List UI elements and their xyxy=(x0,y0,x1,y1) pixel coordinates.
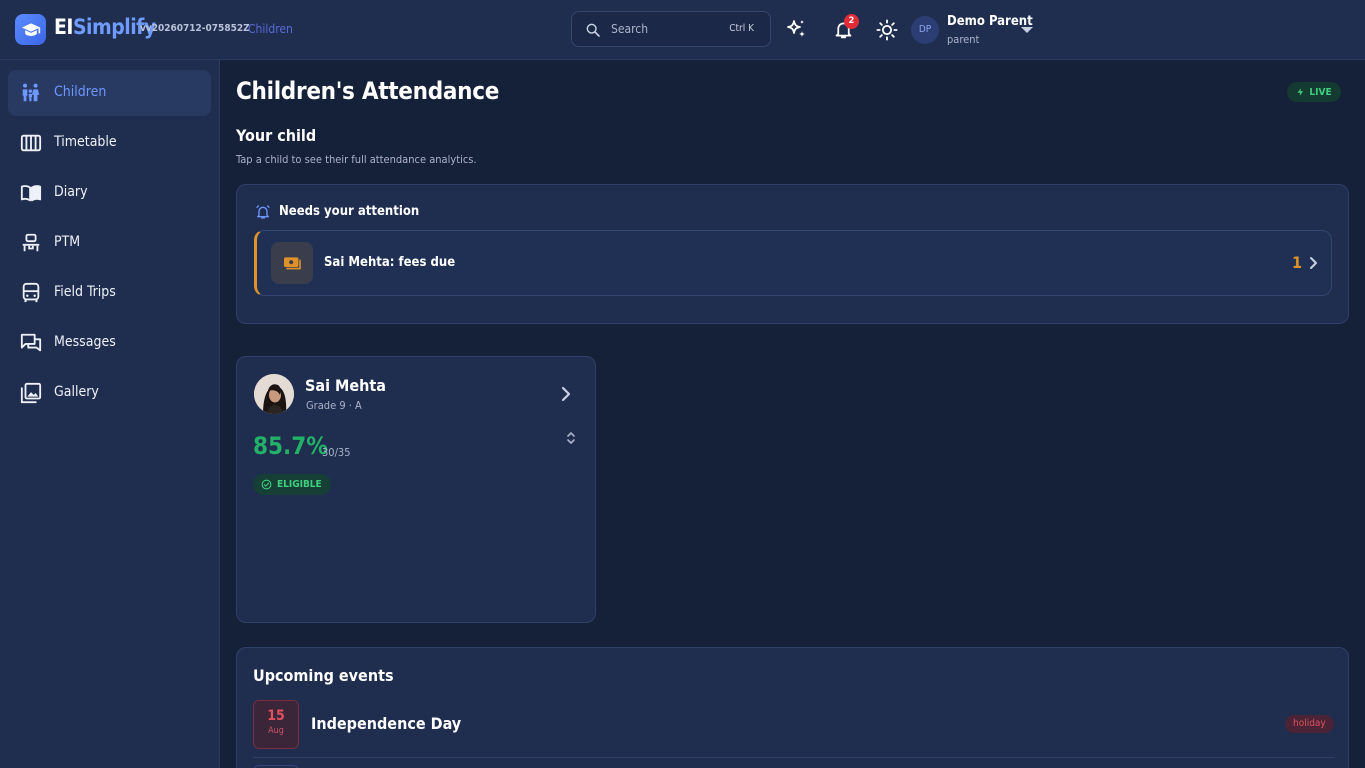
event-date: 15 Aug xyxy=(253,700,299,749)
sidebar-item-label: Children xyxy=(54,84,107,100)
event-day: 15 xyxy=(267,708,285,724)
timetable-icon xyxy=(20,134,42,152)
chevron-right-icon[interactable] xyxy=(560,386,572,402)
sidebar-item-timetable[interactable]: Timetable xyxy=(8,120,211,166)
events-card: Upcoming events 15 Aug Independence Day … xyxy=(236,647,1349,768)
user-role: parent xyxy=(947,33,980,46)
child-grade: Grade 9 · A xyxy=(306,399,362,412)
divider xyxy=(253,757,1335,758)
user-avatar[interactable]: DP xyxy=(911,16,939,44)
event-name[interactable]: Independence Day xyxy=(311,714,461,733)
section-title: Your child xyxy=(236,126,317,145)
attention-card: Needs your attention Sai Mehta: fees due… xyxy=(236,184,1349,324)
events-title: Upcoming events xyxy=(253,666,394,685)
status-badge: ELIGIBLE xyxy=(253,474,331,495)
diary-icon xyxy=(20,185,42,202)
sidebar-item-gallery[interactable]: Gallery xyxy=(8,370,211,416)
sidebar-item-label: Diary xyxy=(54,184,88,200)
graduation-cap-icon[interactable] xyxy=(15,14,46,45)
sidebar-item-field-trips[interactable]: Field Trips xyxy=(8,270,211,316)
chevron-right-icon xyxy=(1310,257,1317,269)
brand-part-1: EI xyxy=(54,15,73,39)
ptm-icon xyxy=(22,233,40,252)
fees-icon xyxy=(271,242,313,284)
sidebar: Children Timetable Diary PTM Field Trips… xyxy=(0,60,220,768)
check-circle-icon xyxy=(261,479,272,490)
status-label: ELIGIBLE xyxy=(277,479,322,490)
sidebar-item-diary[interactable]: Diary xyxy=(8,170,211,216)
bolt-icon xyxy=(1297,88,1304,96)
attention-title: Needs your attention xyxy=(279,204,420,219)
notification-badge: 2 xyxy=(844,14,859,29)
search-shortcut: Ctrl K xyxy=(729,23,754,34)
child-card[interactable]: Sai Mehta Grade 9 · A 85.7% 30/35 ELIGIB… xyxy=(236,356,596,623)
sidebar-item-children[interactable]: Children xyxy=(8,70,211,116)
sidebar-item-label: PTM xyxy=(54,234,81,250)
bus-icon xyxy=(22,282,40,303)
sidebar-item-label: Gallery xyxy=(54,384,99,400)
search-icon xyxy=(586,23,600,37)
search-placeholder: Search xyxy=(611,22,649,36)
sidebar-item-label: Timetable xyxy=(54,134,117,150)
expand-toggle-icon[interactable] xyxy=(566,430,576,446)
sparkles-icon[interactable] xyxy=(784,18,808,42)
attention-item-text: Sai Mehta: fees due xyxy=(324,255,456,270)
top-bar: EISimplify vv20260712-075852Z Children S… xyxy=(0,0,1365,60)
event-month: Aug xyxy=(268,726,284,736)
sidebar-item-messages[interactable]: Messages xyxy=(8,320,211,366)
attention-item[interactable]: Sai Mehta: fees due 1 xyxy=(254,230,1332,296)
child-avatar xyxy=(254,374,294,414)
breadcrumb[interactable]: Children xyxy=(248,22,293,36)
children-icon xyxy=(22,83,40,102)
attendance-fraction: 30/35 xyxy=(322,446,351,459)
search-input[interactable]: Search Ctrl K xyxy=(571,11,771,47)
live-badge: LIVE xyxy=(1287,82,1341,102)
attention-item-count: 1 xyxy=(1292,253,1303,272)
version-label: vv20260712-075852Z xyxy=(140,23,250,34)
page-title: Children's Attendance xyxy=(236,77,500,105)
sidebar-item-label: Messages xyxy=(54,334,116,350)
alarm-bell-icon xyxy=(256,205,270,219)
sidebar-item-label: Field Trips xyxy=(54,284,116,300)
caret-down-icon[interactable] xyxy=(1021,27,1033,33)
messages-icon xyxy=(20,333,42,352)
attendance-percentage: 85.7% xyxy=(253,432,328,460)
child-name: Sai Mehta xyxy=(305,376,386,395)
event-tag: holiday xyxy=(1285,715,1334,733)
section-subtitle: Tap a child to see their full attendance… xyxy=(236,153,477,166)
user-name[interactable]: Demo Parent xyxy=(947,14,1033,29)
live-label: LIVE xyxy=(1309,86,1332,98)
sun-icon[interactable] xyxy=(876,19,898,41)
sidebar-item-ptm[interactable]: PTM xyxy=(8,220,211,266)
gallery-icon xyxy=(20,382,42,404)
